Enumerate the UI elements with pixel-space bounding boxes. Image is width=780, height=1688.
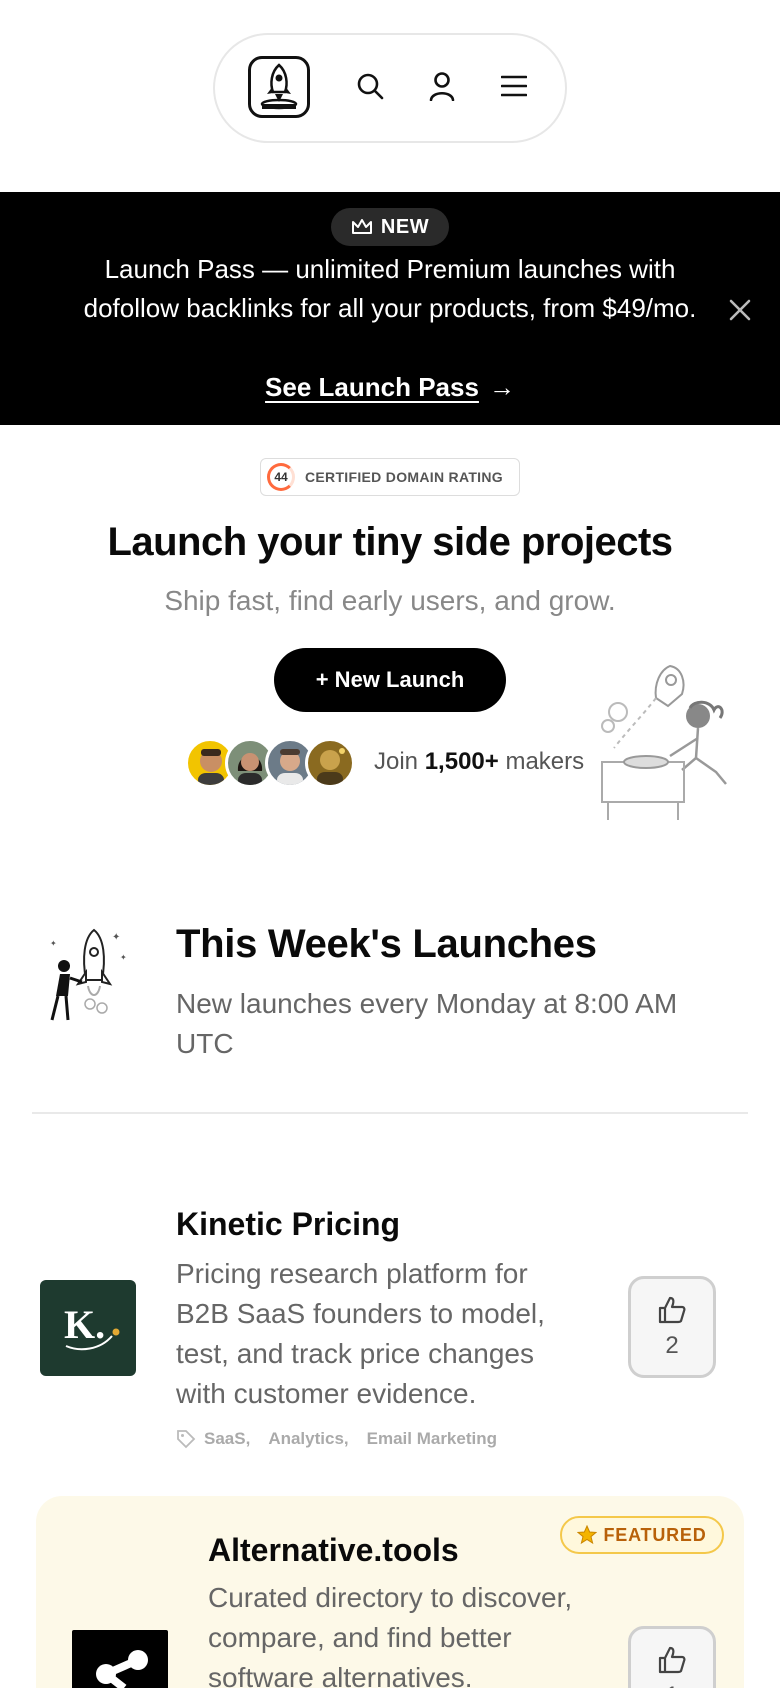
product-tags: SaaS, Analytics, Email Marketing xyxy=(176,1429,497,1449)
rating-value: 44 xyxy=(267,463,295,491)
see-launch-pass-link[interactable]: See Launch Pass → xyxy=(0,372,780,403)
menu-icon[interactable] xyxy=(499,71,529,101)
rocket-launch-illustration xyxy=(601,664,727,820)
product-card[interactable]: K. Kinetic Pricing Pricing research plat… xyxy=(0,1200,780,1460)
vote-count: 1 xyxy=(665,1682,678,1688)
new-badge-label: NEW xyxy=(380,215,430,238)
page-title: Launch your tiny side projects xyxy=(107,520,673,564)
join-suffix: makers xyxy=(505,748,585,775)
product-name[interactable]: Alternative.tools xyxy=(208,1532,459,1569)
banner-link-label: See Launch Pass xyxy=(265,372,479,402)
search-icon[interactable] xyxy=(355,71,385,101)
star-icon xyxy=(577,1525,598,1545)
domain-rating-badge[interactable]: 44 CERTIFIED DOMAIN RATING xyxy=(260,458,520,496)
user-icon[interactable] xyxy=(427,71,457,101)
join-makers-text: Join 1,500+ makers xyxy=(374,748,584,776)
product-logo[interactable]: K. xyxy=(40,1280,136,1376)
home-logo[interactable] xyxy=(248,56,310,118)
featured-badge: FEATURED xyxy=(560,1516,724,1554)
tag-icon xyxy=(177,1430,196,1449)
new-launch-button[interactable]: + New Launch xyxy=(274,648,506,712)
arrow-right-icon: → xyxy=(488,372,515,402)
thumbs-up-icon xyxy=(658,1296,686,1324)
featured-label: FEATURED xyxy=(603,1524,707,1545)
product-logo[interactable] xyxy=(72,1630,168,1688)
svg-text:✦: ✦ xyxy=(120,953,127,962)
tag[interactable]: Email Marketing xyxy=(367,1429,497,1449)
avatar xyxy=(305,738,355,788)
close-icon[interactable] xyxy=(726,296,754,324)
product-logo-letter: K. xyxy=(64,1302,105,1347)
svg-text:✦: ✦ xyxy=(50,939,57,948)
vote-count: 2 xyxy=(665,1332,679,1359)
new-badge: NEW xyxy=(331,208,449,246)
promo-banner: NEW Launch Pass — unlimited Premium laun… xyxy=(0,192,780,425)
rocket-icon xyxy=(260,63,298,110)
maker-avatars xyxy=(185,738,355,788)
upvote-button[interactable]: 1 xyxy=(628,1626,716,1688)
page-subtitle: Ship fast, find early users, and grow. xyxy=(164,585,616,616)
product-name[interactable]: Kinetic Pricing xyxy=(176,1206,400,1243)
svg-text:✦: ✦ xyxy=(112,932,120,943)
rating-label: CERTIFIED DOMAIN RATING xyxy=(305,469,503,485)
tag[interactable]: Analytics, xyxy=(268,1429,348,1449)
maker-count: 1,500+ xyxy=(424,748,499,775)
product-card-featured[interactable]: FEATURED Alternative.tools Curated direc… xyxy=(36,1496,744,1688)
astronaut-rocket-illustration: ✦ ✦ ✦ xyxy=(50,928,127,1021)
upvote-button[interactable]: 2 xyxy=(628,1276,716,1378)
section-title: This Week's Launches xyxy=(176,922,597,966)
thumbs-up-icon xyxy=(658,1646,686,1674)
section-subtitle: New launches every Monday at 8:00 AM UTC xyxy=(176,988,678,1059)
banner-text: Launch Pass — unlimited Premium launches… xyxy=(83,254,697,323)
join-prefix: Join xyxy=(374,748,419,775)
product-description: Curated directory to discover, compare, … xyxy=(208,1582,573,1688)
crown-icon xyxy=(351,219,372,234)
tag[interactable]: SaaS, xyxy=(204,1429,250,1449)
top-nav xyxy=(213,33,567,143)
divider xyxy=(32,1112,748,1114)
product-description: Pricing research platform for B2B SaaS f… xyxy=(176,1258,545,1409)
